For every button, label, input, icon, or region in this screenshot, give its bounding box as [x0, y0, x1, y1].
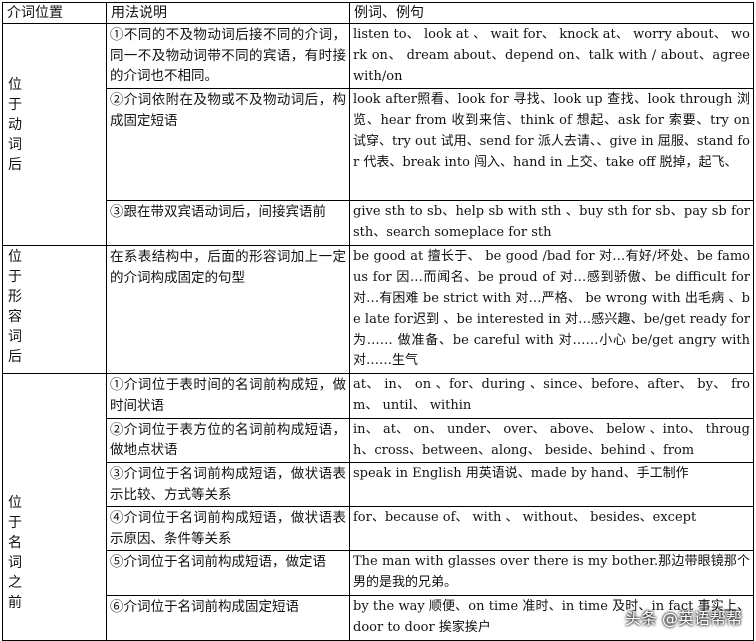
position-char: 位	[8, 249, 22, 266]
examples-cell: at、 in、 on 、for、during 、since、before、aft…	[349, 373, 754, 419]
examples-cell: for、because of、 with 、 without、 besides、…	[349, 506, 754, 552]
header-row: 介词位置 用法说明 例词、例句	[2, 2, 754, 24]
position-char: 形	[8, 289, 22, 306]
position-char: 词	[8, 137, 22, 153]
usage-cell: 在系表结构中，后面的形容词加上一定的介词构成固定的句型	[106, 245, 350, 375]
examples-cell: The man with glasses over there is my bo…	[349, 550, 754, 596]
usage-cell: ③跟在带双宾语动词后，间接宾语前	[106, 200, 350, 247]
examples-cell: be good at 擅长于、 be good /bad for 对…有好/坏处…	[349, 245, 754, 375]
table-row: 位 于 名 词 之 前 ①介词位于表时间的名词前构成短，做时间状语 at、 in…	[2, 373, 754, 641]
position-char: 词	[8, 329, 22, 346]
position-char: 名	[8, 535, 22, 552]
usage-cell: ②介词依附在及物或不及物动词后，构成固定短语	[106, 88, 350, 202]
watermark: 头条 @英语帮帮	[624, 609, 742, 628]
table-row: 位 于 形 容 词 后 在系表结构中，后面的形容词加上一定的介词构成固定的句型 …	[2, 245, 754, 375]
position-char: 词	[8, 555, 22, 572]
table-row: ⑤介词位于名词前构成短语，做定语 The man with glasses ov…	[3, 550, 754, 596]
usage-cell: ②介词位于表方位的名词前构成短语，做地点状语	[106, 417, 350, 464]
examples-cell: in、 at、 on、 under、 over、 above、 below 、i…	[349, 417, 754, 464]
position-char: 位	[8, 495, 22, 512]
header-examples: 例词、例句	[349, 2, 754, 24]
position-char: 动	[8, 117, 22, 133]
table-row: ④介词位于名词前构成短语，做状语表示原因、条件等关系 for、because o…	[3, 506, 754, 552]
examples-cell: listen to、 look at 、 wait for、 knock at、…	[349, 22, 754, 90]
grammar-table: 介词位置 用法说明 例词、例句 位 于 动 词 后 ①不同的不及物动词后接不同的…	[2, 2, 754, 641]
header-usage: 用法说明	[106, 2, 350, 24]
header-position: 介词位置	[2, 2, 107, 24]
position-char: 后	[8, 157, 22, 173]
usage-cell: ④介词位于名词前构成短语，做状语表示原因、条件等关系	[106, 506, 350, 552]
usage-cell: ⑤介词位于名词前构成短语，做定语	[106, 550, 350, 596]
position-cell-verb: 位 于 动 词 后	[2, 22, 107, 247]
table-row: ③跟在带双宾语动词后，间接宾语前 give sth to sb、help sb …	[3, 200, 754, 247]
usage-cell: ①介词位于表时间的名词前构成短，做时间状语	[106, 373, 350, 419]
position-char: 于	[8, 515, 22, 532]
usage-cell: ①不同的不及物动词后接不同的介词，同一不及物动词带不同的宾语，有时接的介词也不相…	[106, 22, 350, 90]
examples-cell: speak in English 用英语说、made by hand、手工制作	[349, 462, 754, 508]
position-char: 容	[8, 309, 22, 326]
table-row: 位 于 动 词 后 ①不同的不及物动词后接不同的介词，同一不及物动词带不同的宾语…	[2, 22, 754, 247]
position-char: 前	[8, 595, 22, 612]
examples-cell: look after照看、look for 寻找、look up 查找、look…	[349, 88, 754, 202]
table-row: ③介词位于名词前构成短语，做状语表示比较、方式等关系 speak in Engl…	[3, 462, 754, 508]
examples-cell: give sth to sb、help sb with sth 、buy sth…	[349, 200, 754, 247]
position-char: 于	[8, 269, 22, 286]
table-row: ②介词依附在及物或不及物动词后，构成固定短语 look after照看、look…	[3, 88, 754, 202]
usage-cell: ③介词位于名词前构成短语，做状语表示比较、方式等关系	[106, 462, 350, 508]
position-char: 之	[8, 575, 22, 592]
usage-cell: ⑥介词位于名词前构成固定短语	[106, 594, 350, 641]
position-char: 于	[8, 97, 22, 113]
position-char: 位	[8, 77, 22, 93]
position-cell-noun: 位 于 名 词 之 前	[2, 373, 107, 641]
table-row: ②介词位于表方位的名词前构成短语，做地点状语 in、 at、 on、 under…	[3, 417, 754, 464]
position-char: 后	[8, 349, 22, 366]
position-cell-adjective: 位 于 形 容 词 后	[2, 245, 107, 375]
